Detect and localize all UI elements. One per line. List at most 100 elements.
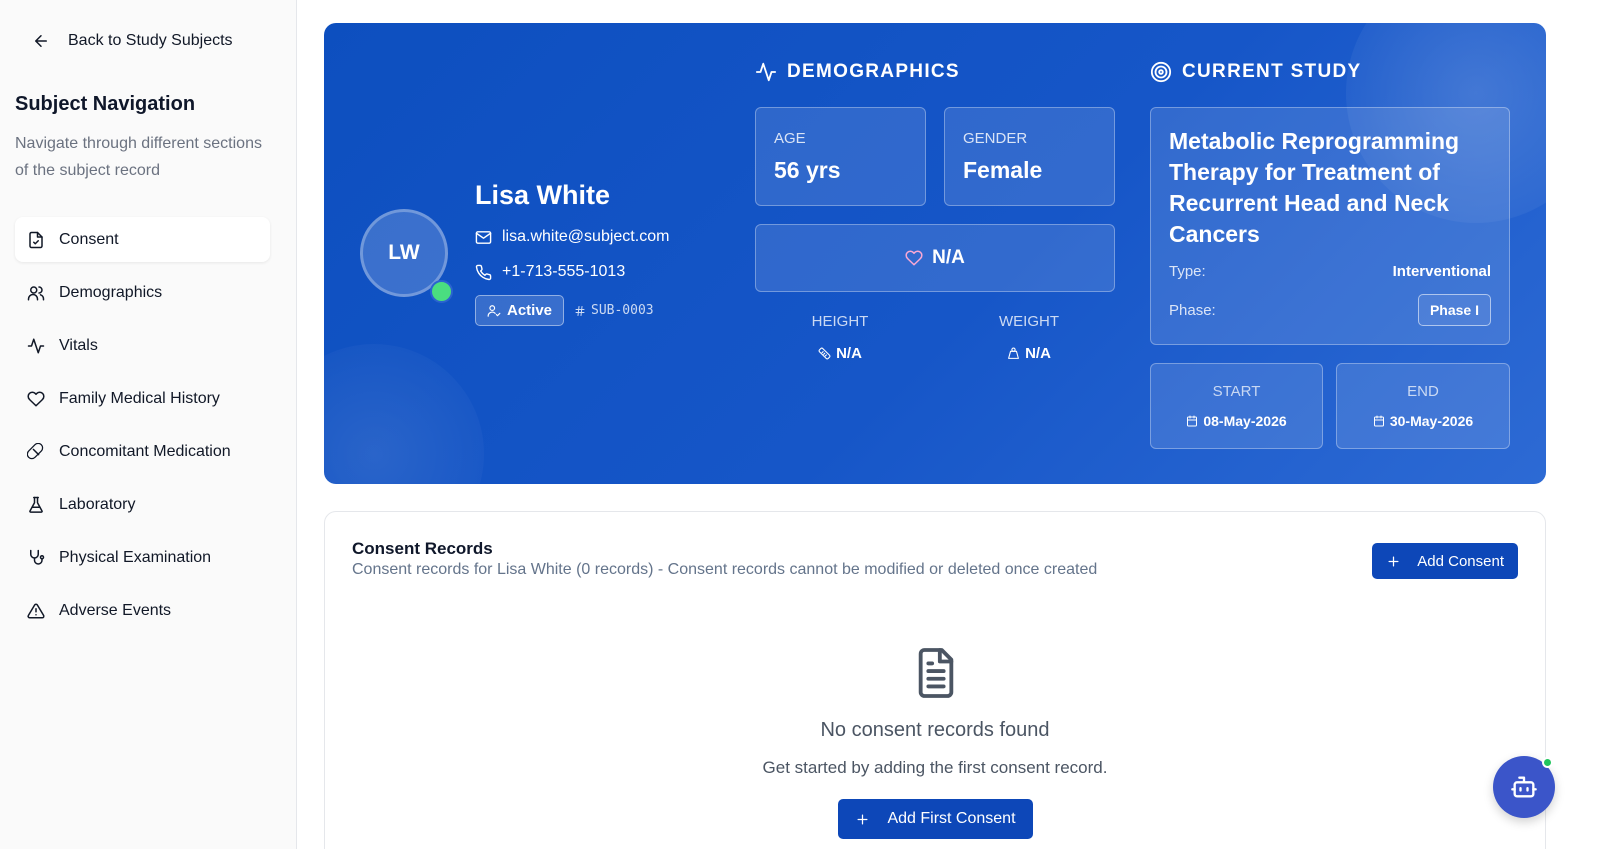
sidebar-item-label: Concomitant Medication (59, 442, 231, 460)
status-text: Active (507, 302, 553, 319)
gender-card: GENDER Female (944, 107, 1115, 206)
add-consent-label: Add Consent (1417, 552, 1504, 570)
sidebar-item-family-medical-history[interactable]: Family Medical History (15, 376, 270, 421)
bot-icon (1510, 773, 1538, 801)
study-card: Metabolic Reprogramming Therapy for Trea… (1150, 107, 1510, 345)
weight-label: WEIGHT (999, 313, 1059, 330)
sidebar-item-consent[interactable]: Consent (15, 217, 270, 262)
subject-phone: +1-713-555-1013 (475, 263, 625, 281)
add-first-consent-button[interactable]: Add First Consent (838, 799, 1033, 839)
back-link-label: Back to Study Subjects (68, 32, 233, 49)
plus-icon (1386, 554, 1401, 569)
end-date-row: 30-May-2026 (1337, 413, 1509, 429)
sidebar-item-label: Adverse Events (59, 601, 172, 619)
subject-email: lisa.white@subject.com (475, 228, 669, 246)
subject-nav: Consent Demographics Vitals Family Medic… (15, 217, 270, 641)
sidebar-item-physical-examination[interactable]: Physical Examination (15, 535, 270, 580)
stethoscope-icon (27, 549, 45, 567)
avatar-initials: LW (388, 241, 420, 264)
weight-value: N/A (1025, 345, 1051, 362)
sidebar-item-vitals[interactable]: Vitals (15, 323, 270, 368)
panel-subtitle: Consent records for Lisa White (0 record… (352, 561, 1098, 578)
heart-rate-card: N/A (755, 224, 1115, 292)
alert-triangle-icon (27, 602, 45, 620)
file-check-icon (27, 231, 45, 249)
sidebar-item-label: Demographics (59, 283, 163, 301)
height-value-row: N/A (755, 345, 925, 362)
demographics-heading: DEMOGRAPHICS (755, 61, 960, 83)
plus-icon (855, 812, 870, 827)
start-date-value: 08-May-2026 (1203, 413, 1287, 429)
end-label: END (1407, 383, 1439, 400)
subject-phone-text: +1-713-555-1013 (502, 263, 626, 280)
users-icon (27, 284, 45, 302)
pill-icon (27, 442, 45, 461)
weight-stat: WEIGHT N/A (944, 313, 1114, 362)
age-card: AGE 56 yrs (755, 107, 926, 206)
empty-state-title: No consent records found (820, 719, 1050, 741)
height-stat: HEIGHT N/A (755, 313, 925, 362)
study-type-label: Type: (1169, 263, 1206, 280)
online-status-dot (430, 280, 453, 303)
gender-label: GENDER (963, 130, 1028, 147)
sidebar-item-label: Physical Examination (59, 548, 212, 566)
sidebar-item-laboratory[interactable]: Laboratory (15, 482, 270, 527)
consent-records-panel: Consent Records Consent records for Lisa… (324, 511, 1546, 849)
sidebar-description: Navigate through different sections of t… (15, 135, 262, 179)
subject-id: SUB-0003 (574, 303, 654, 318)
height-value: N/A (836, 345, 862, 362)
sidebar-item-label: Laboratory (59, 495, 136, 513)
age-label: AGE (774, 130, 806, 147)
gender-value: Female (963, 157, 1043, 183)
start-date-card: START 08-May-2026 (1150, 363, 1323, 449)
document-icon (913, 646, 959, 700)
sidebar-item-demographics[interactable]: Demographics (15, 270, 270, 315)
study-phase-row: Phase: Phase I (1169, 294, 1491, 326)
weight-value-row: N/A (944, 345, 1114, 362)
study-title: Metabolic Reprogramming Therapy for Trea… (1169, 128, 1460, 247)
sidebar: Back to Study Subjects Subject Navigatio… (0, 0, 297, 849)
ruler-icon (818, 347, 831, 360)
add-consent-button[interactable]: Add Consent (1372, 543, 1518, 579)
panel-title: Consent Records (352, 539, 493, 558)
empty-state-subtitle: Get started by adding the first consent … (762, 758, 1108, 777)
heart-icon (905, 249, 923, 267)
current-study-heading: CURRENT STUDY (1150, 61, 1361, 83)
end-date-value: 30-May-2026 (1389, 413, 1474, 429)
subject-email-text: lisa.white@subject.com (502, 228, 670, 245)
sidebar-item-concomitant-medication[interactable]: Concomitant Medication (15, 429, 270, 474)
phase-badge: Phase I (1417, 294, 1491, 326)
sidebar-item-adverse-events[interactable]: Adverse Events (15, 588, 270, 633)
sidebar-item-label: Family Medical History (59, 389, 220, 407)
end-date-card: END 30-May-2026 (1336, 363, 1510, 449)
user-check-icon (487, 304, 501, 318)
target-icon (1150, 61, 1172, 83)
subject-name: Lisa White (475, 180, 611, 210)
calendar-icon (1186, 415, 1198, 427)
age-value: 56 yrs (774, 157, 841, 183)
sidebar-item-label: Vitals (59, 336, 98, 354)
hero-decoration (324, 344, 484, 484)
start-label: START (1212, 383, 1261, 400)
back-to-study-subjects-link[interactable]: Back to Study Subjects (32, 32, 233, 50)
arrow-left-icon (32, 32, 50, 50)
flask-icon (27, 496, 45, 514)
study-phase-label: Phase: (1169, 301, 1216, 319)
mail-icon (475, 229, 492, 246)
start-date-row: 08-May-2026 (1151, 413, 1322, 429)
sidebar-item-label: Consent (59, 230, 119, 248)
activity-icon (27, 337, 45, 355)
bot-online-dot (1542, 757, 1553, 768)
phone-icon (475, 264, 492, 281)
current-study-heading-text: CURRENT STUDY (1182, 61, 1362, 82)
calendar-icon (1373, 415, 1385, 427)
sidebar-title: Subject Navigation (15, 93, 196, 115)
height-label: HEIGHT (811, 313, 869, 330)
demographics-heading-text: DEMOGRAPHICS (787, 61, 960, 82)
weight-icon (1007, 347, 1020, 360)
study-type-row: Type: Interventional (1169, 263, 1491, 280)
study-type-value: Interventional (1392, 263, 1491, 280)
status-badge: Active (475, 295, 565, 326)
heart-icon (27, 390, 45, 408)
subject-hero-card: LW Lisa White lisa.white@subject.com +1-… (324, 23, 1546, 484)
